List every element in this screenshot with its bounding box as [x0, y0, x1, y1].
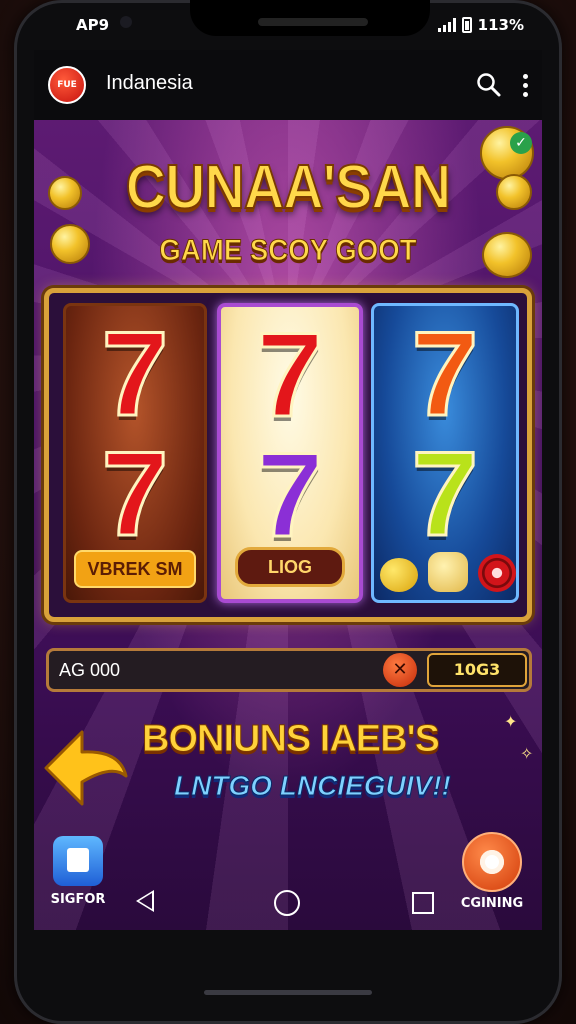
speaker-grille: [258, 18, 368, 26]
home-icon[interactable]: [274, 890, 300, 916]
app-title: Indanesia: [106, 72, 193, 94]
reel-1[interactable]: 7 7 VBREK SM: [63, 303, 207, 603]
reel-symbol: 7: [255, 428, 325, 562]
status-time: ΑΡ9: [76, 16, 110, 34]
slot-machine: 7 7 VBREK SM 7 7 LIOG 7 7: [44, 288, 532, 622]
reel-3[interactable]: 7 7: [371, 303, 519, 603]
status-bar: ΑΡ9 113%: [40, 0, 536, 44]
arrow-left-icon[interactable]: [42, 724, 130, 812]
reel-symbol: 7: [100, 427, 170, 561]
game-subtitle: GAME SCOY GOOT: [159, 234, 417, 268]
app-logo[interactable]: FUE: [48, 66, 86, 104]
spin-button[interactable]: LIOG: [235, 547, 345, 587]
game-screen: ✓ CUNAA'SAN GAME SCOY GOOT 7 7 VBREK SM …: [34, 120, 542, 930]
app-bar: FUE Indanesia: [34, 50, 542, 120]
reel-symbol: 7: [255, 308, 325, 442]
settings-badge-icon[interactable]: ✓: [510, 132, 532, 154]
back-icon[interactable]: [136, 890, 154, 912]
status-icons: 113%: [437, 16, 524, 34]
game-title: CUNAA'SAN: [125, 152, 452, 223]
reel-label: VBREK SM: [74, 550, 196, 588]
win-value: 10G3: [427, 653, 527, 687]
signal-icon: [437, 18, 456, 32]
recents-icon[interactable]: [412, 892, 434, 914]
balance-value: AG 000: [59, 660, 121, 680]
camera-icon: [120, 16, 132, 28]
bonus-subtitle: LNTGO LNCIEGUIV!!: [174, 770, 452, 802]
battery-icon: [461, 17, 472, 33]
close-button[interactable]: ✕: [383, 653, 417, 687]
reel-2[interactable]: 7 7 LIOG: [217, 303, 363, 603]
reel-symbol: 7: [100, 307, 170, 441]
target-icon: [478, 554, 516, 592]
battery-level: 113%: [477, 16, 524, 34]
bonus-title: BONIUNS IAEB'S: [142, 718, 441, 761]
sparkle-icon: ✧: [520, 744, 534, 763]
search-icon[interactable]: [476, 72, 502, 98]
more-options-icon[interactable]: [520, 72, 530, 98]
fruit-symbols: [378, 548, 516, 592]
lemon-icon: [380, 558, 418, 592]
reel-symbol: 7: [410, 307, 480, 441]
system-nav-bar: [34, 860, 542, 930]
home-indicator: [204, 990, 372, 995]
sparkle-icon: ✦: [504, 712, 518, 731]
balance-bar: AG 000 ✕ 10G3: [46, 648, 532, 692]
bell-icon: [428, 552, 468, 592]
reel-symbol: 7: [410, 427, 480, 561]
